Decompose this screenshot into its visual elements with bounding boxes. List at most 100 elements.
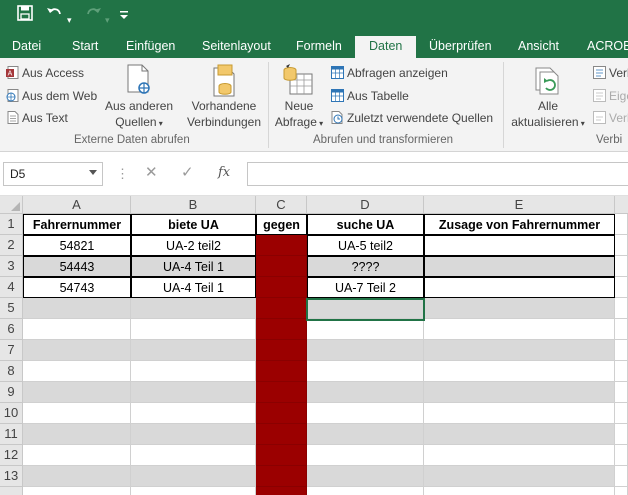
aus-text-button[interactable]: Aus Text bbox=[6, 110, 68, 126]
cell-c7[interactable] bbox=[256, 340, 307, 361]
cell-a6[interactable] bbox=[23, 319, 131, 340]
cell-d11[interactable] bbox=[307, 424, 424, 445]
name-box[interactable]: D5 bbox=[3, 162, 103, 186]
customize-quick-access-icon[interactable] bbox=[120, 7, 128, 27]
cell-d10[interactable] bbox=[307, 403, 424, 424]
cell-a7[interactable] bbox=[23, 340, 131, 361]
cell-e9[interactable] bbox=[424, 382, 615, 403]
cell-e13[interactable] bbox=[424, 466, 615, 487]
row-header-10[interactable]: 10 bbox=[0, 403, 23, 424]
cell-d13[interactable] bbox=[307, 466, 424, 487]
cell-e10[interactable] bbox=[424, 403, 615, 424]
cell-b13[interactable] bbox=[131, 466, 256, 487]
cell-e7[interactable] bbox=[424, 340, 615, 361]
cancel-icon[interactable]: ✕ bbox=[145, 164, 158, 182]
cell-f1[interactable] bbox=[615, 214, 628, 235]
verbindungen-button[interactable]: Verb bbox=[593, 65, 628, 81]
cell-e8[interactable] bbox=[424, 361, 615, 382]
undo-icon[interactable] bbox=[46, 5, 64, 27]
tab-ansicht[interactable]: Ansicht bbox=[518, 37, 559, 58]
cell-f8[interactable] bbox=[615, 361, 628, 382]
cell-a1[interactable]: Fahrernummer bbox=[23, 214, 131, 235]
cell-e1[interactable]: Zusage von Fahrernummer bbox=[424, 214, 615, 235]
row-header-1[interactable]: 1 bbox=[0, 214, 23, 235]
row-header-partial[interactable] bbox=[0, 487, 23, 495]
cell-f6[interactable] bbox=[615, 319, 628, 340]
cell-b12[interactable] bbox=[131, 445, 256, 466]
tab-formeln[interactable]: Formeln bbox=[296, 37, 342, 58]
cell-f7[interactable] bbox=[615, 340, 628, 361]
formula-input[interactable] bbox=[247, 162, 628, 186]
cell-f12[interactable] bbox=[615, 445, 628, 466]
cell-a13[interactable] bbox=[23, 466, 131, 487]
tab-acrobat[interactable]: ACROBA bbox=[587, 37, 628, 58]
cell-e5[interactable] bbox=[424, 298, 615, 319]
cell-c10[interactable] bbox=[256, 403, 307, 424]
cell-f4[interactable] bbox=[615, 277, 628, 298]
cell-f11[interactable] bbox=[615, 424, 628, 445]
row-header-11[interactable]: 11 bbox=[0, 424, 23, 445]
cell-b11[interactable] bbox=[131, 424, 256, 445]
tab-daten[interactable]: Daten bbox=[355, 36, 417, 59]
tab-seitenlayout[interactable]: Seitenlayout bbox=[202, 37, 271, 58]
cell-b9[interactable] bbox=[131, 382, 256, 403]
cell-cpartial[interactable] bbox=[256, 487, 307, 495]
cell-fpartial[interactable] bbox=[615, 487, 628, 495]
chevron-down-icon[interactable] bbox=[89, 170, 97, 175]
enter-icon[interactable]: ✓ bbox=[181, 164, 194, 182]
aus-tabelle-button[interactable]: Aus Tabelle bbox=[331, 88, 409, 104]
cell-b10[interactable] bbox=[131, 403, 256, 424]
abfragen-anzeigen-button[interactable]: Abfragen anzeigen bbox=[331, 65, 448, 81]
cell-a5[interactable] bbox=[23, 298, 131, 319]
cell-e12[interactable] bbox=[424, 445, 615, 466]
cell-a3[interactable]: 54443 bbox=[23, 256, 131, 277]
cell-d2[interactable]: UA-5 teil2 bbox=[307, 235, 424, 256]
undo-dropdown-icon[interactable]: ▾ bbox=[67, 10, 72, 30]
cell-c1[interactable]: gegen bbox=[256, 214, 307, 235]
tab-ueberpruefen[interactable]: Überprüfen bbox=[429, 37, 492, 58]
cell-d9[interactable] bbox=[307, 382, 424, 403]
cell-apartial[interactable] bbox=[23, 487, 131, 495]
cell-c8[interactable] bbox=[256, 361, 307, 382]
cell-d6[interactable] bbox=[307, 319, 424, 340]
cell-c9[interactable] bbox=[256, 382, 307, 403]
row-header-4[interactable]: 4 bbox=[0, 277, 23, 298]
aus-dem-web-button[interactable]: Aus dem Web bbox=[6, 88, 97, 104]
cell-b1[interactable]: biete UA bbox=[131, 214, 256, 235]
row-header-8[interactable]: 8 bbox=[0, 361, 23, 382]
column-header-b[interactable]: B bbox=[131, 196, 256, 214]
cell-b5[interactable] bbox=[131, 298, 256, 319]
row-header-5[interactable]: 5 bbox=[0, 298, 23, 319]
cell-a9[interactable] bbox=[23, 382, 131, 403]
cell-c11[interactable] bbox=[256, 424, 307, 445]
cell-c3[interactable] bbox=[256, 256, 307, 277]
row-header-6[interactable]: 6 bbox=[0, 319, 23, 340]
cell-f5[interactable] bbox=[615, 298, 628, 319]
cell-a10[interactable] bbox=[23, 403, 131, 424]
cell-b3[interactable]: UA-4 Teil 1 bbox=[131, 256, 256, 277]
column-header-e[interactable]: E bbox=[424, 196, 615, 214]
neue-abfrage-button[interactable]: Neue Abfrage ▾ bbox=[272, 98, 326, 132]
aus-anderen-quellen-button[interactable]: Aus anderen Quellen ▾ bbox=[105, 98, 173, 132]
row-header-3[interactable]: 3 bbox=[0, 256, 23, 277]
cell-d4[interactable]: UA-7 Teil 2 bbox=[307, 277, 424, 298]
cell-b2[interactable]: UA-2 teil2 bbox=[131, 235, 256, 256]
cell-b7[interactable] bbox=[131, 340, 256, 361]
cell-e3[interactable] bbox=[424, 256, 615, 277]
select-all-button[interactable] bbox=[0, 196, 23, 214]
tab-datei[interactable]: Datei bbox=[12, 37, 41, 58]
cell-a11[interactable] bbox=[23, 424, 131, 445]
row-header-12[interactable]: 12 bbox=[0, 445, 23, 466]
zuletzt-verwendete-quellen-button[interactable]: Zuletzt verwendete Quellen bbox=[331, 110, 493, 126]
cell-e4[interactable] bbox=[424, 277, 615, 298]
column-header-f[interactable] bbox=[615, 196, 628, 214]
more-options-icon[interactable]: ⋮ bbox=[116, 166, 129, 182]
alle-aktualisieren-button[interactable]: Alle aktualisieren ▾ bbox=[508, 98, 588, 132]
save-icon[interactable] bbox=[17, 5, 33, 27]
cell-e11[interactable] bbox=[424, 424, 615, 445]
cell-c13[interactable] bbox=[256, 466, 307, 487]
cell-c6[interactable] bbox=[256, 319, 307, 340]
cell-d7[interactable] bbox=[307, 340, 424, 361]
cell-b8[interactable] bbox=[131, 361, 256, 382]
cell-f13[interactable] bbox=[615, 466, 628, 487]
